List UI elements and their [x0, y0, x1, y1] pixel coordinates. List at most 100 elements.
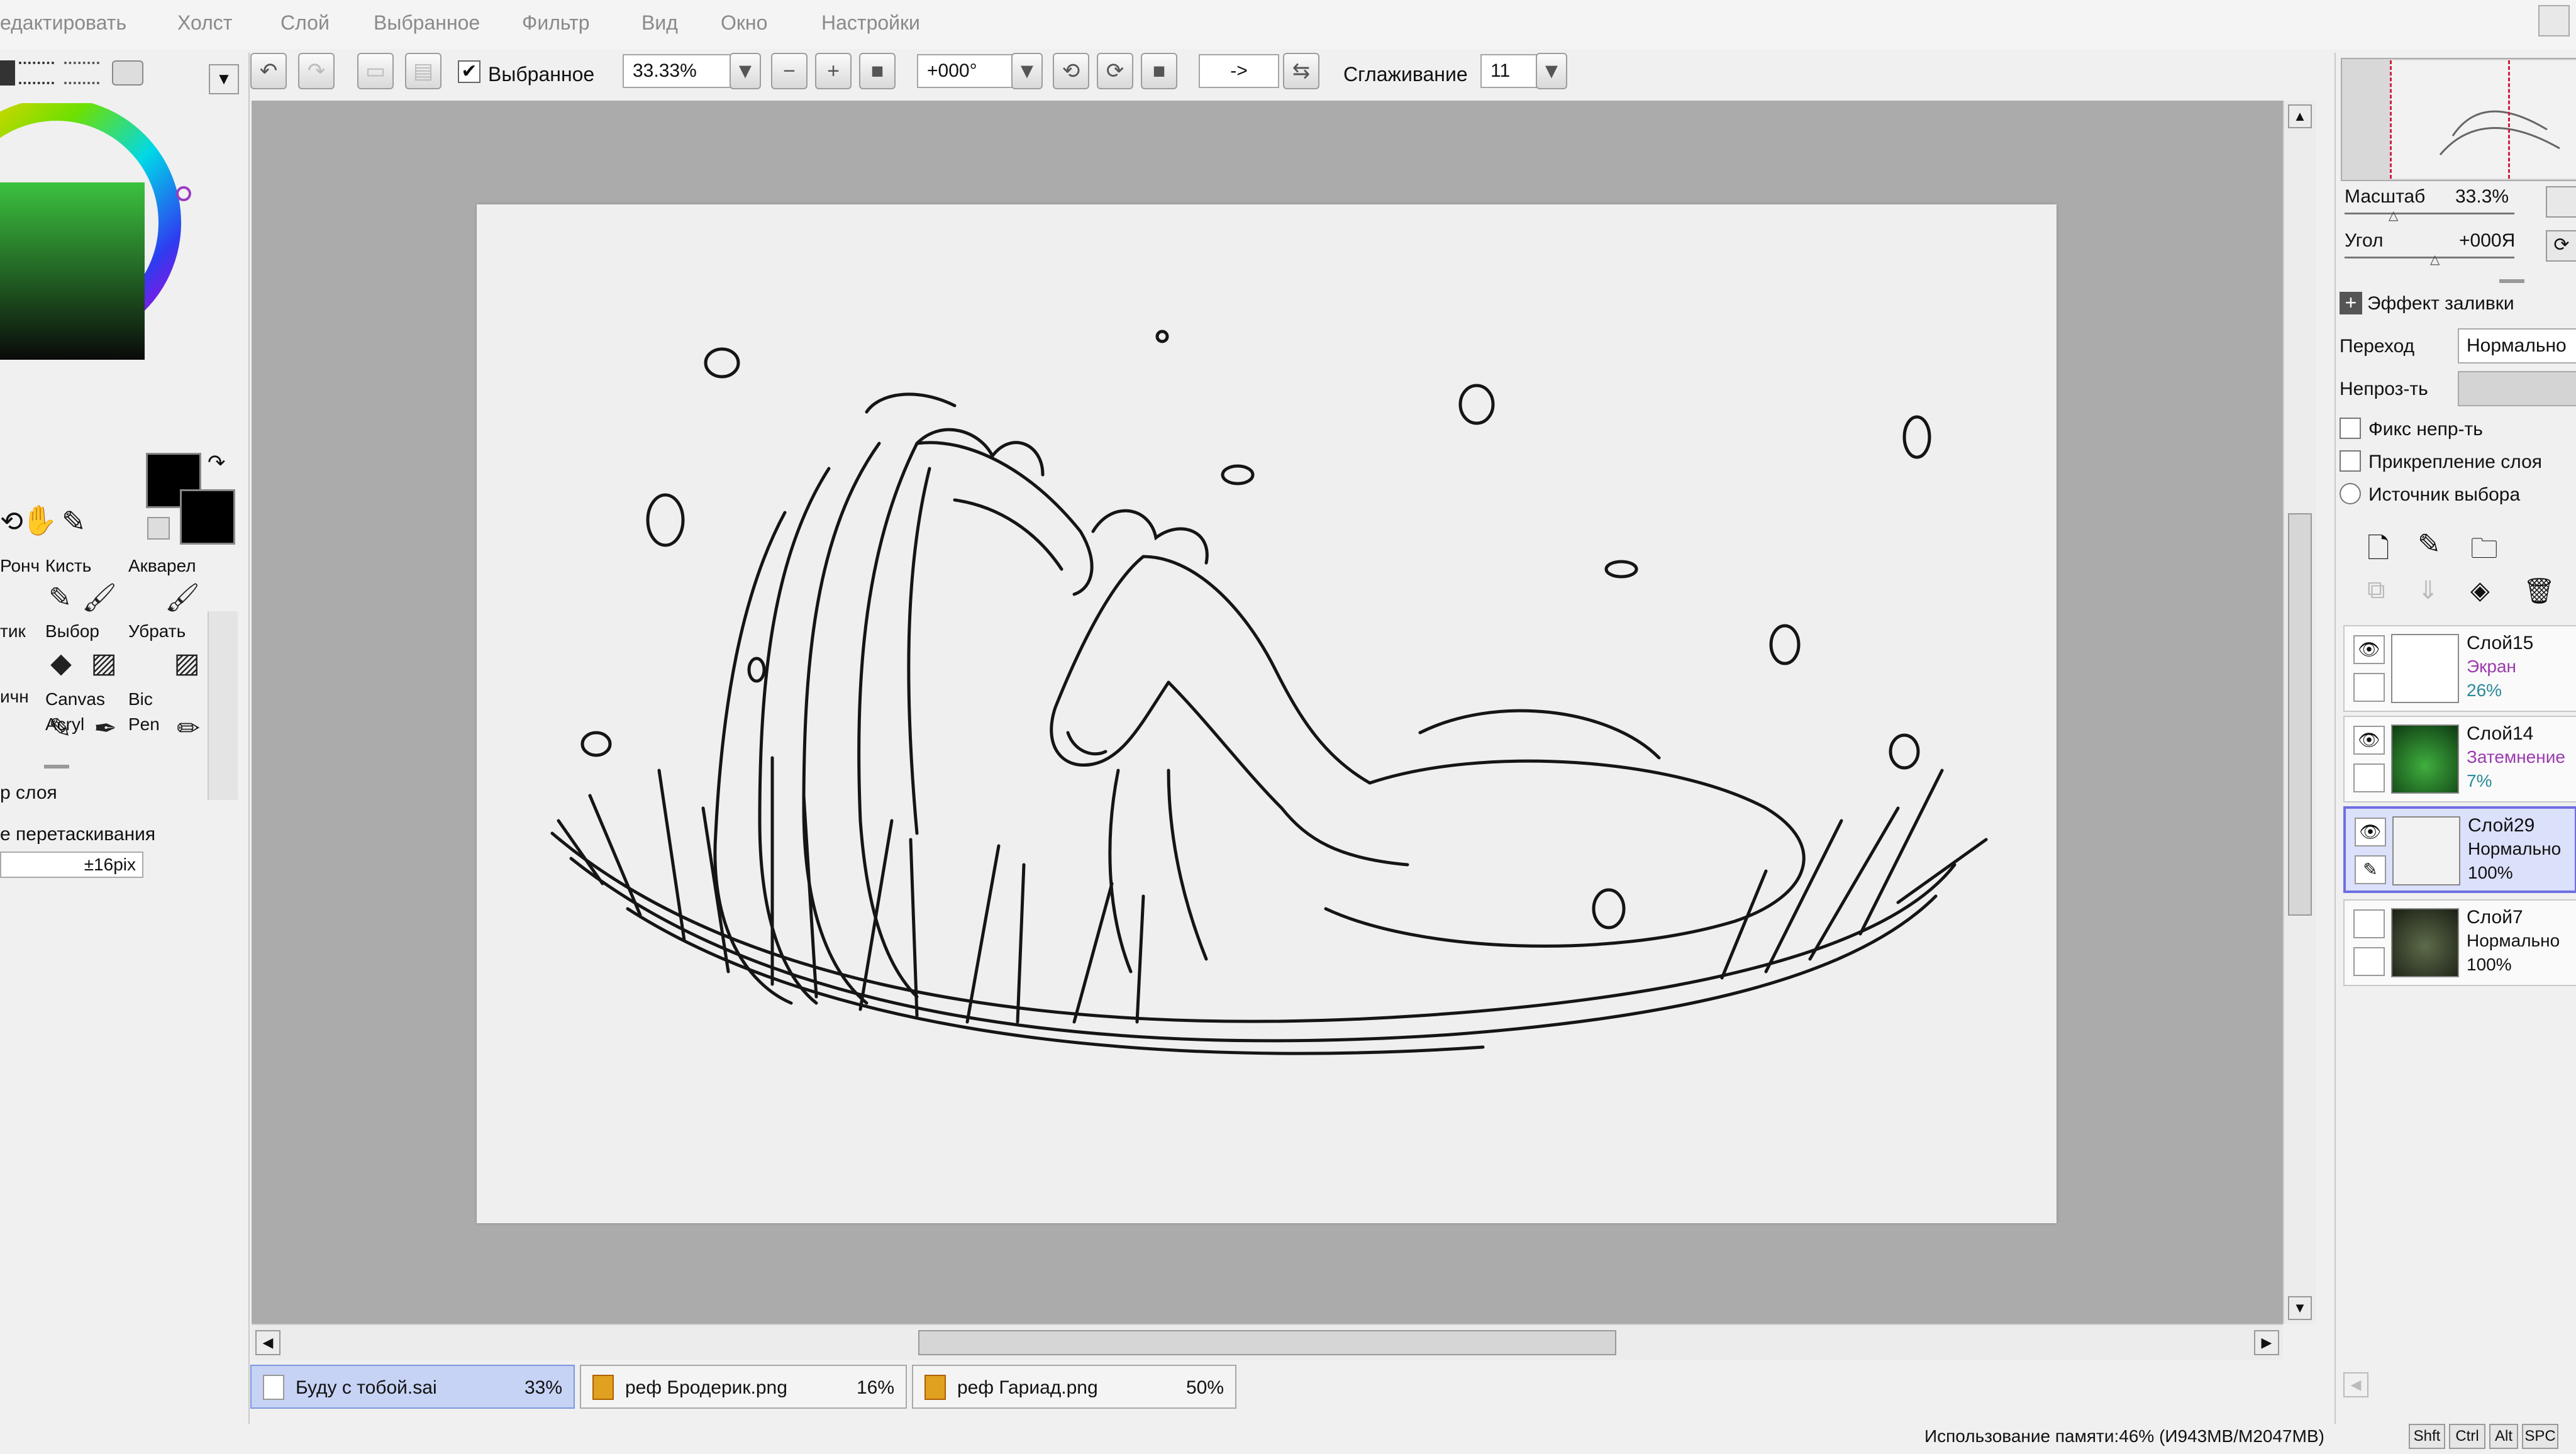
menu-selection[interactable]: Выбранное [374, 11, 480, 35]
opacity-slider[interactable] [2458, 371, 2576, 406]
visibility-eye-icon[interactable]: 👁 [2353, 635, 2385, 664]
new-layer-icon[interactable]: 🗋 [2367, 528, 2389, 575]
zoom-field[interactable]: 33.33% [623, 54, 742, 88]
rotate-left-button[interactable]: ⟲ [1053, 53, 1089, 89]
menu-canvas[interactable]: Холст [177, 11, 232, 35]
blend-mode-select[interactable]: Нормально [2458, 328, 2576, 364]
eyedropper-tool-icon[interactable]: ✎ [62, 504, 86, 538]
vertical-scroll-thumb[interactable] [2288, 513, 2312, 916]
scroll-left-button[interactable]: ◀ [255, 1330, 280, 1355]
deselect-button[interactable]: ▭ [357, 53, 394, 89]
hue-marker[interactable] [176, 186, 191, 201]
redo-button[interactable]: ↷ [298, 53, 335, 89]
new-linework-layer-icon[interactable]: ✎ [2418, 528, 2441, 560]
view-mode-icon[interactable] [0, 60, 15, 86]
window-minimize-button[interactable] [2538, 5, 2570, 36]
merge-down-icon[interactable]: ⇓ [2418, 576, 2439, 605]
horizontal-scrollbar[interactable]: ◀ ▶ [252, 1324, 2283, 1360]
layer-lock-toggle[interactable] [2353, 763, 2385, 792]
delete-layer-icon[interactable]: 🗑 [2523, 576, 2555, 606]
rotate-right-button[interactable]: ⟳ [1097, 53, 1133, 89]
grid-view-icon[interactable] [64, 62, 99, 84]
undo-button[interactable]: ↶ [250, 53, 287, 89]
smoothing-field[interactable]: 11 [1480, 54, 1537, 88]
layers-scroll-left-button[interactable]: ◀ [2343, 1372, 2368, 1397]
scroll-right-button[interactable]: ▶ [2254, 1330, 2279, 1355]
visibility-toggle[interactable] [2353, 909, 2385, 938]
swap-colors-icon[interactable]: ↷ [208, 450, 226, 475]
rotate-reset-button[interactable]: ■ [1141, 53, 1177, 89]
hand-tool-icon[interactable]: ✋ [21, 503, 57, 538]
effect-expand-icon[interactable]: + [2340, 292, 2362, 314]
scale-minus-button[interactable] [2546, 186, 2576, 218]
tool-bic-pen[interactable]: Bic Pen ✏ [128, 687, 204, 748]
rotate-tool-icon[interactable]: ⟲ [0, 506, 23, 538]
layer-item-selected[interactable]: 👁 ✎ Слой29 Нормально 100% [2343, 806, 2576, 893]
canvas-paper[interactable] [477, 204, 2057, 1223]
zoom-in-button[interactable]: + [815, 53, 852, 89]
angle-reset-button[interactable]: ⟳ [2546, 230, 2576, 262]
layer-item[interactable]: 👁 Слой14 Затемнение 7% [2343, 716, 2576, 802]
tool-scrollbar[interactable] [208, 611, 238, 800]
vertical-scrollbar[interactable]: ▲ ▼ [2283, 101, 2316, 1324]
menu-edit[interactable]: едактировать [0, 11, 126, 35]
scroll-up-button[interactable]: ▲ [2288, 104, 2312, 128]
horizontal-scroll-thumb[interactable] [918, 1330, 1616, 1355]
brush-edit-icon[interactable]: ✎ [2355, 855, 2386, 884]
clip-layer-checkbox[interactable] [2340, 450, 2361, 472]
tool-select-pen[interactable]: Выбор ▨ [45, 621, 121, 683]
tool-watercolor[interactable]: Акварел 🖌 [128, 556, 204, 618]
file-tab-2[interactable]: реф Гариад.png 50% [912, 1365, 1236, 1409]
visibility-eye-icon[interactable]: 👁 [2353, 726, 2385, 755]
scroll-down-button[interactable]: ▼ [2288, 1296, 2312, 1320]
lock-opacity-checkbox[interactable] [2340, 418, 2361, 439]
visibility-eye-icon[interactable]: 👁 [2355, 818, 2386, 846]
tool-deselect-pen[interactable]: Убрать ▨ [128, 621, 204, 683]
menu-layer[interactable]: Слой [280, 11, 330, 35]
splitter-handle[interactable] [2499, 279, 2524, 283]
scale-slider-handle[interactable]: △ [2389, 208, 2398, 223]
tool-canvas-acryl[interactable]: Canvas Acryl ✒ [45, 687, 121, 748]
file-tab-0[interactable]: Буду с тобой.sai 33% [250, 1365, 575, 1409]
list-view-icon[interactable] [19, 62, 54, 84]
menu-filter[interactable]: Фильтр [522, 11, 590, 35]
flip-horizontal-button[interactable]: ⇆ [1283, 53, 1319, 89]
status-bar: Использование памяти:46% (И943MB/M2047MB… [1924, 1420, 2576, 1454]
layer-lock-toggle[interactable] [2353, 673, 2385, 702]
zoom-reset-button[interactable]: ■ [859, 53, 896, 89]
navigator-preview[interactable] [2341, 58, 2576, 181]
angle-slider[interactable] [2345, 257, 2514, 258]
secondary-color-swatch[interactable] [180, 489, 235, 545]
menu-window[interactable]: Окно [721, 11, 767, 35]
zoom-out-button[interactable]: − [771, 53, 808, 89]
layer-opacity: 7% [2467, 771, 2492, 791]
palette-view-icon[interactable] [112, 60, 143, 86]
drag-value-field[interactable]: ±16pix [0, 852, 143, 878]
color-square[interactable] [0, 182, 145, 360]
flip-arrow-button[interactable]: -> [1199, 54, 1279, 88]
layer-item[interactable]: Слой7 Нормально 100% [2343, 899, 2576, 986]
scale-slider[interactable] [2345, 213, 2514, 214]
selection-source-radio[interactable] [2340, 483, 2361, 504]
clear-layer-icon[interactable]: ◈ [2470, 576, 2490, 605]
layer-lock-toggle[interactable] [2353, 947, 2385, 976]
selection-checkbox[interactable]: ✔ [458, 60, 480, 83]
layer-item[interactable]: 👁 Слой15 Экран 26% [2343, 625, 2576, 712]
angle-slider-handle[interactable]: △ [2430, 252, 2440, 267]
splitter-handle[interactable] [44, 765, 69, 769]
copy-layer-icon[interactable]: ⧉ [2367, 576, 2385, 604]
layer-thumbnail [2392, 816, 2460, 885]
watercolor-icon: 🖌 [165, 582, 200, 613]
invert-selection-button[interactable]: ▤ [405, 53, 441, 89]
zoom-dropdown-button[interactable]: ▼ [730, 53, 761, 89]
menu-settings[interactable]: Настройки [821, 11, 920, 35]
file-tab-1[interactable]: реф Бродерик.png 16% [580, 1365, 907, 1409]
new-folder-icon[interactable]: 🗀 [2470, 528, 2498, 575]
chevron-down-icon: ▼ [735, 58, 756, 83]
tool-brush[interactable]: Кисть 🖌 [45, 556, 121, 618]
canvas-viewport[interactable] [252, 101, 2283, 1324]
menu-view[interactable]: Вид [641, 11, 678, 35]
smoothing-dropdown-button[interactable]: ▼ [1536, 53, 1567, 89]
reset-colors-icon[interactable] [147, 517, 170, 540]
angle-dropdown-button[interactable]: ▼ [1011, 53, 1043, 89]
